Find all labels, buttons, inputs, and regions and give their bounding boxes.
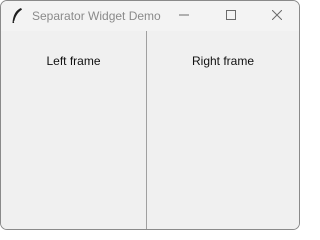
right-frame: Right frame — [147, 31, 299, 229]
window-title: Separator Widget Demo — [32, 9, 161, 23]
app-window: Separator Widget Demo Left frame Right f… — [0, 0, 300, 230]
close-button[interactable] — [254, 1, 299, 31]
minimize-button[interactable] — [161, 1, 207, 31]
tk-feather-icon — [10, 7, 24, 25]
window-content: Left frame Right frame — [1, 31, 299, 229]
left-frame-label: Left frame — [46, 54, 101, 68]
left-frame: Left frame — [1, 31, 146, 229]
maximize-button[interactable] — [208, 1, 254, 31]
maximize-icon — [226, 7, 236, 25]
minimize-icon — [179, 7, 189, 25]
close-icon — [271, 7, 283, 25]
title-bar[interactable]: Separator Widget Demo — [1, 1, 299, 31]
right-frame-label: Right frame — [191, 54, 255, 68]
